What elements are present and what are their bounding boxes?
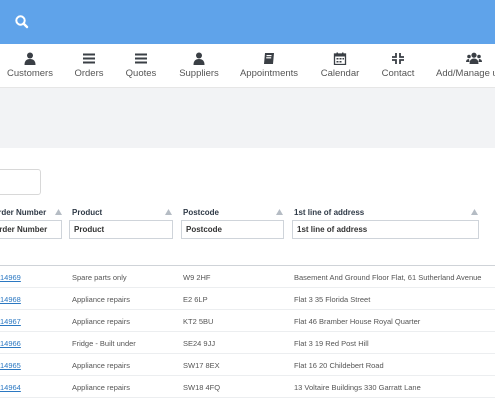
- sort-asc-icon[interactable]: [55, 209, 62, 215]
- product-cell: Fridge - Built under: [72, 339, 136, 348]
- product-cell: Appliance repairs: [72, 317, 130, 326]
- main-nav: Customers Orders Quotes Suppliers Appoin…: [0, 44, 495, 88]
- column-header-order-number[interactable]: Order Number: [0, 208, 46, 217]
- nav-contact[interactable]: Contact: [378, 52, 418, 84]
- nav-add-manage-users[interactable]: Add/Manage u: [436, 52, 495, 84]
- address-cell: Basement And Ground Floor Flat, 61 Suthe…: [294, 273, 482, 282]
- order-number-link[interactable]: 14968: [0, 295, 21, 304]
- postcode-cell: W9 2HF: [183, 273, 211, 282]
- product-filter[interactable]: [69, 220, 173, 239]
- table-row[interactable]: 14966 Fridge - Built under SE24 9JJ Flat…: [0, 332, 495, 354]
- nav-label: Calendar: [320, 68, 360, 79]
- order-number-filter[interactable]: [0, 220, 62, 239]
- nav-appointments[interactable]: Appointments: [238, 52, 300, 84]
- table-row[interactable]: 14967 Appliance repairs KT2 5BU Flat 46 …: [0, 310, 495, 332]
- nav-label: Add/Manage u: [436, 68, 495, 79]
- product-cell: Spare parts only: [72, 273, 127, 282]
- product-cell: Appliance repairs: [72, 295, 130, 304]
- nav-label: Appointments: [239, 68, 299, 79]
- postcode-cell: SW17 8EX: [183, 361, 220, 370]
- nav-label: Orders: [74, 68, 104, 79]
- order-number-link[interactable]: 14967: [0, 317, 21, 326]
- user-icon: [24, 52, 36, 65]
- sort-asc-icon[interactable]: [471, 209, 478, 215]
- address-cell: Flat 46 Bramber House Royal Quarter: [294, 317, 421, 326]
- nav-label: Suppliers: [179, 68, 219, 79]
- postcode-cell: KT2 5BU: [183, 317, 214, 326]
- nav-orders[interactable]: Orders: [68, 52, 110, 84]
- column-header-postcode[interactable]: Postcode: [183, 208, 219, 217]
- calendar-icon: [333, 52, 347, 65]
- sort-asc-icon[interactable]: [276, 209, 283, 215]
- product-cell: Appliance repairs: [72, 383, 130, 392]
- postcode-cell: SE24 9JJ: [183, 339, 216, 348]
- table-row[interactable]: 14964 Appliance repairs SW18 4FQ 13 Volt…: [0, 376, 495, 398]
- table-row[interactable]: 14969 Spare parts only W9 2HF Basement A…: [0, 266, 495, 288]
- list-icon: [135, 53, 147, 64]
- book-icon: [264, 53, 274, 64]
- page-header-band: [0, 88, 495, 148]
- address-cell: Flat 3 35 Florida Street: [294, 295, 371, 304]
- postcode-filter[interactable]: [181, 220, 284, 239]
- nav-suppliers[interactable]: Suppliers: [176, 52, 222, 84]
- table-row[interactable]: 14968 Appliance repairs E2 6LP Flat 3 35…: [0, 288, 495, 310]
- order-number-link[interactable]: 14969: [0, 273, 21, 282]
- sort-asc-icon[interactable]: [165, 209, 172, 215]
- users-icon: [466, 52, 482, 64]
- column-header-product[interactable]: Product: [72, 208, 102, 217]
- table-row[interactable]: 14965 Appliance repairs SW17 8EX Flat 16…: [0, 354, 495, 376]
- address-cell: Flat 16 20 Childebert Road: [294, 361, 384, 370]
- order-number-link[interactable]: 14966: [0, 339, 21, 348]
- nav-quotes[interactable]: Quotes: [120, 52, 162, 84]
- top-bar: [0, 0, 495, 44]
- list-icon: [83, 53, 95, 64]
- product-cell: Appliance repairs: [72, 361, 130, 370]
- address-filter[interactable]: [292, 220, 479, 239]
- order-number-link[interactable]: 14965: [0, 361, 21, 370]
- address-cell: 13 Voltaire Buildings 330 Garratt Lane: [294, 383, 421, 392]
- table-search-input[interactable]: [0, 169, 41, 195]
- address-cell: Flat 3 19 Red Post Hill: [294, 339, 369, 348]
- user-icon: [193, 52, 205, 65]
- order-number-link[interactable]: 14964: [0, 383, 21, 392]
- nav-calendar[interactable]: Calendar: [318, 52, 362, 84]
- compress-icon: [392, 53, 404, 64]
- nav-label: Customers: [7, 68, 53, 79]
- nav-label: Quotes: [125, 68, 157, 79]
- postcode-cell: E2 6LP: [183, 295, 208, 304]
- postcode-cell: SW18 4FQ: [183, 383, 221, 392]
- column-header-address[interactable]: 1st line of address: [294, 208, 364, 217]
- nav-label: Contact: [381, 68, 415, 79]
- search-icon[interactable]: [14, 14, 30, 30]
- nav-customers[interactable]: Customers: [6, 52, 54, 84]
